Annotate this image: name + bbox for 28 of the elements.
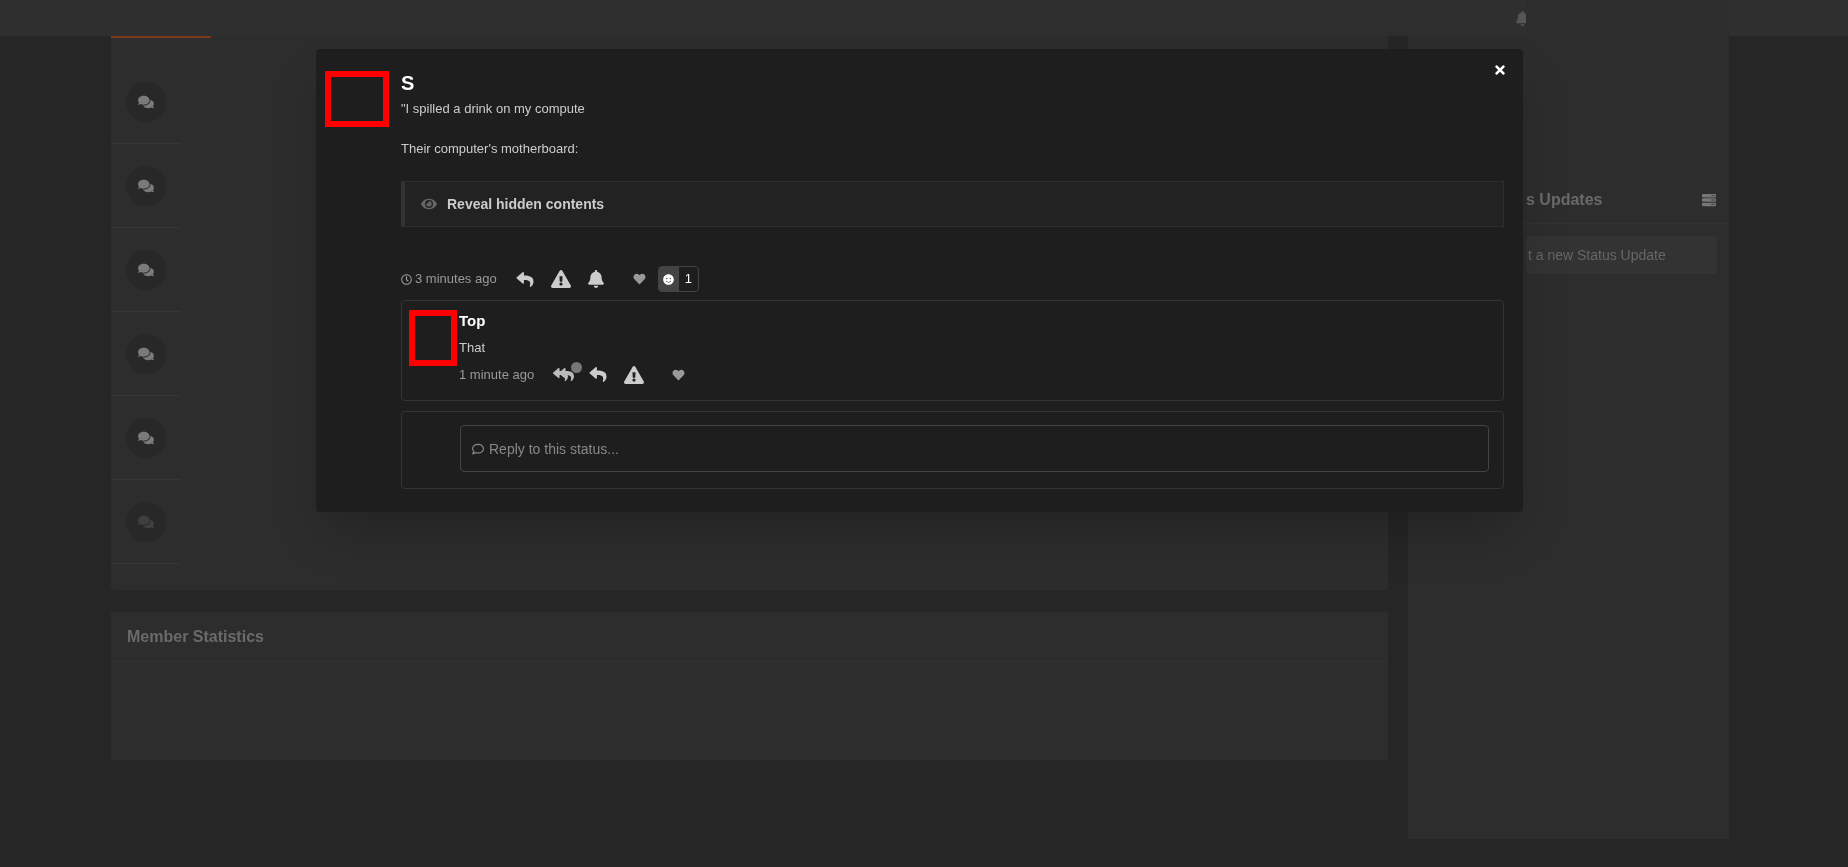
list-icon[interactable]	[1701, 192, 1717, 207]
card-title: Member Statistics	[127, 626, 264, 647]
reaction-badge[interactable]: 1	[657, 266, 699, 292]
author-name[interactable]: S	[401, 71, 1504, 95]
spoiler-toggle[interactable]: Reveal hidden contents	[401, 181, 1504, 227]
report-icon[interactable]	[624, 365, 645, 384]
avatar	[325, 71, 389, 127]
status-text: Their computer's motherboard:	[401, 139, 580, 158]
multiquote-icon[interactable]	[552, 365, 583, 384]
smile-icon	[663, 273, 675, 285]
status-time[interactable]: 3 minutes ago	[401, 269, 497, 289]
sidebar-title: s Updates	[1526, 189, 1603, 210]
comment-time[interactable]: 1 minute ago	[459, 365, 535, 385]
clock-icon	[401, 273, 412, 285]
report-icon[interactable]	[550, 270, 571, 288]
close-button[interactable]	[1493, 63, 1507, 77]
comment-text: That	[459, 338, 486, 357]
reply-icon[interactable]	[514, 270, 535, 288]
avatar	[409, 310, 457, 366]
reply-field[interactable]: Reply to this status...	[460, 425, 1489, 472]
comment-icon	[472, 443, 484, 455]
heart-icon[interactable]	[632, 273, 646, 285]
eye-icon	[421, 196, 437, 212]
bell-icon[interactable]	[586, 270, 605, 288]
heart-icon[interactable]	[672, 368, 686, 381]
status-quote: "I spilled a drink on my compute	[401, 100, 586, 118]
comment-author[interactable]: Top	[459, 310, 686, 333]
reply-icon[interactable]	[588, 366, 609, 384]
